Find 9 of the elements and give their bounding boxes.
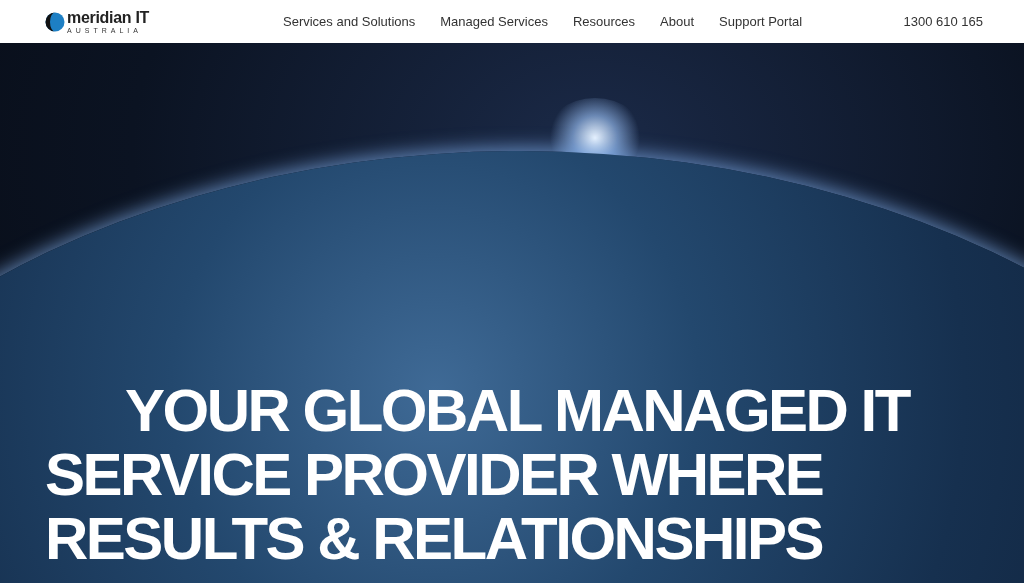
hero-heading: YOUR GLOBAL MANAGED IT SERVICE PROVIDER WHERE RESULTS & RELATIONSHIPS [45,379,911,571]
nav-link[interactable]: About [660,14,695,29]
logo-wordmark: meridian IT [67,9,150,26]
nav-link[interactable]: Managed Services [440,14,548,29]
nav-link[interactable]: Resources [572,14,636,29]
nav-link[interactable]: Support Portal [719,14,803,29]
phone-link[interactable]: 1300 610 165 [903,14,983,29]
nav-link[interactable]: Services and Solutions [283,14,416,29]
logo-icon [45,11,65,32]
